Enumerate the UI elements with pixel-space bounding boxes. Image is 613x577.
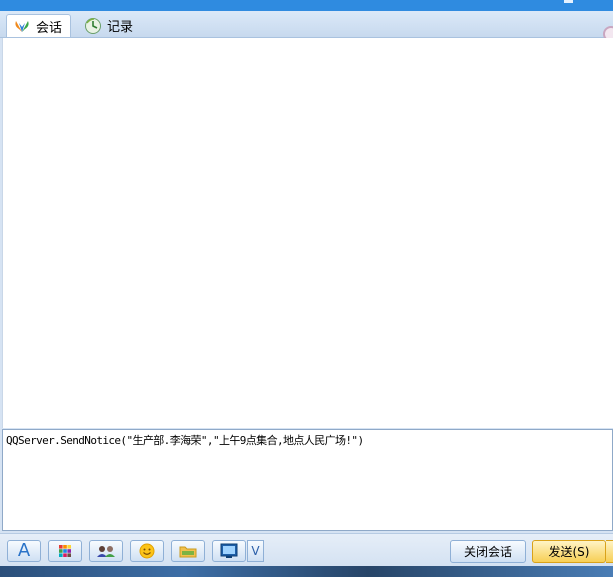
send-button[interactable]: 发送(S) (532, 540, 606, 563)
tab-chat[interactable]: 会话 (6, 14, 72, 37)
tab-bar: 会话 记录 (0, 11, 613, 42)
input-toolbar: A V 关闭会话 发送(S) (0, 533, 613, 566)
butterfly-icon (13, 17, 31, 35)
chat-history-area[interactable] (2, 38, 613, 428)
close-chat-button[interactable]: 关闭会话 (450, 540, 526, 563)
folder-button[interactable] (171, 540, 205, 562)
smiley-icon (139, 543, 155, 559)
minimize-icon[interactable] (564, 0, 573, 3)
send-options-dropdown[interactable] (606, 540, 613, 563)
message-input-text: QQServer.SendNotice("生产部.李海荣","上午9点集合,地点… (6, 434, 364, 447)
screenshot-button[interactable] (212, 540, 246, 562)
tab-history[interactable]: 记录 (78, 14, 141, 37)
folder-icon (179, 546, 197, 558)
tab-chat-label: 会话 (36, 20, 63, 36)
emoji-button[interactable] (130, 540, 164, 562)
message-input[interactable]: QQServer.SendNotice("生产部.李海荣","上午9点集合,地点… (2, 429, 613, 531)
screenshot-icon (220, 543, 238, 558)
tab-history-label: 记录 (107, 20, 134, 35)
desktop-background-strip (0, 566, 613, 577)
contacts-icon (97, 546, 115, 557)
more-tools-button[interactable]: V (247, 540, 264, 562)
font-button[interactable]: A (7, 540, 41, 562)
font-icon: A (17, 540, 31, 561)
color-grid-icon (59, 545, 71, 557)
window-title-bar (0, 0, 613, 11)
color-grid-button[interactable] (48, 540, 82, 562)
contacts-button[interactable] (89, 540, 123, 562)
history-icon (84, 17, 102, 35)
chevron-down-icon: V (251, 544, 260, 558)
